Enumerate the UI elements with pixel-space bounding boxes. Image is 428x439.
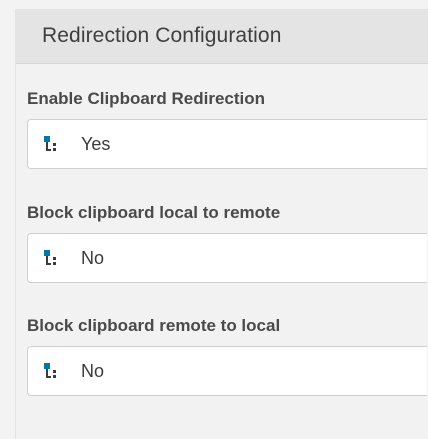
block-clipboard-local-to-remote-select[interactable]: No — [27, 233, 427, 283]
field-label: Block clipboard local to remote — [27, 203, 281, 222]
enable-clipboard-redirection-select[interactable]: Yes — [27, 119, 427, 169]
block-clipboard-remote-to-local-select[interactable]: No — [27, 346, 427, 396]
field-label: Enable Clipboard Redirection — [27, 89, 266, 108]
select-value: No — [81, 247, 105, 268]
hierarchy-icon — [44, 363, 56, 378]
select-value: No — [81, 360, 105, 381]
hierarchy-icon — [44, 250, 56, 265]
panel-title: Redirection Configuration — [42, 24, 282, 47]
field-block-clipboard-remote-to-local: Block clipboard remote to local No — [27, 315, 427, 396]
field-block-clipboard-local-to-remote: Block clipboard local to remote No — [27, 202, 427, 283]
select-value: Yes — [81, 133, 111, 154]
panel-header: Redirection Configuration — [16, 9, 428, 64]
hierarchy-icon — [44, 136, 56, 151]
field-label: Block clipboard remote to local — [27, 316, 281, 335]
field-enable-clipboard-redirection: Enable Clipboard Redirection Yes — [27, 88, 427, 169]
